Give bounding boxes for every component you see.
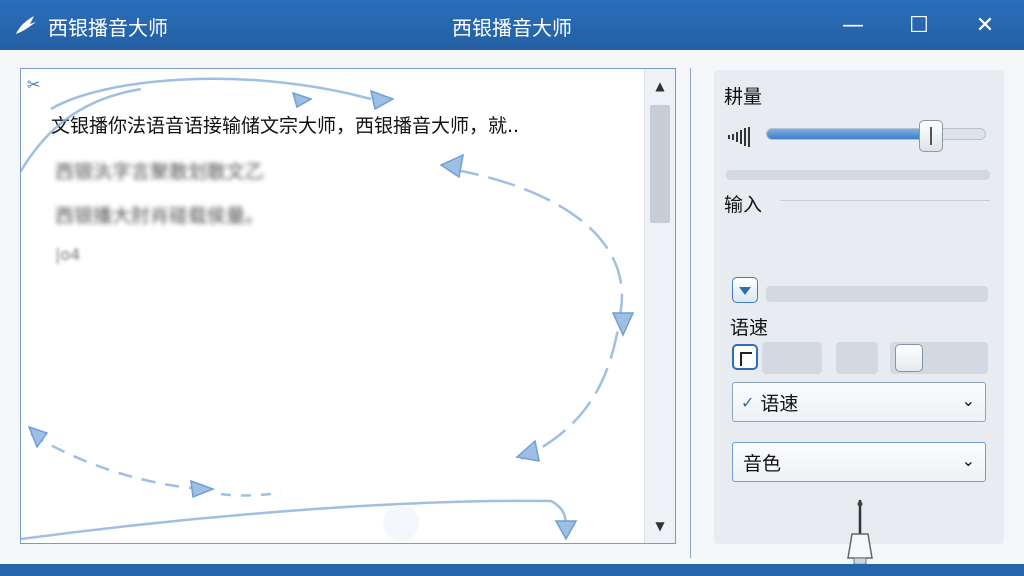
input-label: 输入 [724, 194, 763, 216]
chevron-down-icon: ⌄ [961, 391, 975, 410]
minimize-icon: — [842, 12, 864, 38]
pane-divider[interactable] [690, 68, 691, 558]
editor-text-line[interactable]: 文银播你法语音语接输储文宗大师，西银播音大师，就.. [51, 111, 631, 138]
settings-panel: 耕量 输入 语速 ✓ 语速 ⌄ 音色 ⌄ [714, 70, 1004, 569]
decorative-arrows [21, 77, 635, 541]
input-field[interactable] [766, 286, 988, 302]
scroll-down-button[interactable]: ▼ [645, 513, 675, 539]
input-dropdown-button[interactable] [732, 277, 758, 303]
close-icon: ✕ [975, 12, 995, 38]
app-logo-icon [16, 16, 36, 34]
speed-label: 语速 [730, 317, 769, 339]
volume-slider-track[interactable] [766, 128, 986, 140]
speed-option-1[interactable] [762, 342, 822, 374]
scroll-thumb[interactable] [650, 105, 670, 223]
volume-slider-thumb[interactable] [919, 120, 943, 152]
speed-option-2[interactable] [836, 342, 878, 374]
check-icon: ✓ [741, 392, 755, 412]
blurred-text-line-1: 西银汍字言聚散划散文乙 [55, 161, 265, 183]
scissors-icon[interactable]: ✂ [27, 75, 40, 94]
minimize-button[interactable]: — [820, 0, 886, 50]
separator-bar [726, 170, 990, 180]
text-editor[interactable]: ✂ 文银播你法语音语接输储文宗大师，西银播音大师，就.. 西银汍字言聚散划散文乙… [20, 68, 676, 544]
blurred-text-line-2: 西银播大肘肖碰载侯量。 [55, 205, 265, 227]
speed-select[interactable]: ✓ 语速 ⌄ [732, 382, 986, 422]
close-button[interactable]: ✕ [952, 0, 1018, 50]
speed-select-value: 语速 [760, 392, 799, 415]
bottom-border [0, 564, 1024, 576]
maximize-button[interactable]: ☐ [886, 0, 952, 50]
title-bar: 西银播音大师 西银播音大师 — ☐ ✕ [0, 0, 1024, 50]
vertical-scrollbar[interactable]: ▲ ▼ [644, 69, 675, 543]
voice-select-value: 音色 [743, 452, 782, 475]
volume-icon [728, 127, 750, 147]
app-name: 西银播音大师 [48, 16, 168, 40]
volume-slider-fill [767, 129, 931, 139]
input-rule [780, 200, 990, 201]
chevron-down-icon: ⌄ [961, 451, 975, 470]
voice-select[interactable]: 音色 ⌄ [732, 442, 986, 482]
client-area: ✂ 文银播你法语音语接输储文宗大师，西银播音大师，就.. 西银汍字言聚散划散文乙… [0, 50, 1024, 569]
text-cursor: |o4 [55, 245, 81, 264]
scroll-up-button[interactable]: ▲ [645, 73, 675, 99]
volume-label: 耕量 [724, 86, 763, 108]
maximize-icon: ☐ [909, 12, 929, 38]
microphone-icon[interactable] [840, 498, 880, 570]
speed-blank-button[interactable] [895, 344, 923, 372]
corner-toggle-button[interactable] [732, 344, 758, 370]
